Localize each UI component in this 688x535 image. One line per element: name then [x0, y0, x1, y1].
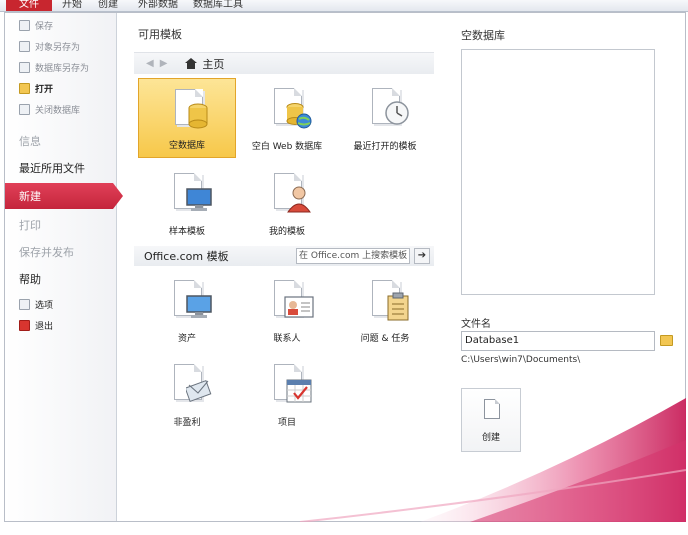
options-label: 选项	[35, 300, 54, 311]
monitor-icon	[186, 188, 212, 211]
template-label: 空白 Web 数据库	[251, 142, 323, 152]
template-navbar: ◀ ▶ 主页	[134, 52, 434, 74]
template-label: 最近打开的模板	[353, 142, 417, 152]
template-label: 非盈利	[173, 418, 201, 428]
back-arrow-icon[interactable]: ◀	[146, 58, 154, 69]
close-database-icon	[19, 103, 30, 115]
template-blank-database[interactable]: 空数据库	[138, 78, 236, 158]
template-recent[interactable]: 最近打开的模板	[336, 78, 434, 158]
create-label: 创建	[481, 433, 500, 443]
nav-recent[interactable]: 最近所用文件	[5, 155, 117, 181]
exit-command[interactable]: 退出	[5, 315, 117, 335]
save-path: C:\Users\win7\Documents\	[461, 355, 581, 365]
save-object-as-icon	[19, 40, 30, 52]
office-templates-title: Office.com 模板	[144, 250, 229, 263]
office-templates-bar: Office.com 模板 在 Office.com 上搜索模板 ➔	[134, 246, 434, 266]
template-blank-web-database[interactable]: 空白 Web 数据库	[238, 78, 336, 158]
template-label: 联系人	[273, 334, 301, 344]
create-button[interactable]: 创建	[461, 388, 521, 452]
template-sample[interactable]: 样本模板	[138, 163, 236, 243]
nav-save-publish[interactable]: 保存并发布	[5, 239, 117, 265]
nav-info[interactable]: 信息	[5, 128, 117, 154]
panel-title: 空数据库	[461, 29, 505, 42]
close-database-label: 关闭数据库	[35, 105, 81, 116]
filename-input[interactable]: Database1	[461, 331, 655, 351]
save-object-as-command[interactable]: 对象另存为	[5, 36, 117, 56]
calendar-check-icon	[286, 379, 312, 403]
templates-panel: 可用模板 ◀ ▶ 主页 空数据库 空白 Web 数据库 最近打开的模板 样本模板…	[132, 18, 438, 518]
filename-label: 文件名	[461, 319, 491, 330]
template-issues-tasks[interactable]: 问题 & 任务	[336, 270, 434, 350]
tab-create[interactable]: 创建	[98, 0, 118, 11]
template-label: 问题 & 任务	[360, 334, 410, 344]
tab-external-data[interactable]: 外部数据	[138, 0, 178, 11]
template-my[interactable]: 我的模板	[238, 163, 336, 243]
envelope-icon	[186, 380, 212, 402]
browse-folder-icon[interactable]	[660, 335, 673, 346]
nav-print[interactable]: 打印	[5, 212, 117, 238]
save-command[interactable]: 保存	[5, 15, 117, 35]
save-object-as-label: 对象另存为	[35, 42, 81, 53]
save-database-as-label: 数据库另存为	[35, 63, 90, 74]
template-label: 项目	[277, 418, 296, 428]
template-label: 样本模板	[168, 227, 205, 237]
new-database-panel: 空数据库 文件名 Database1 C:\Users\win7\Documen…	[446, 13, 686, 521]
breadcrumb-home[interactable]: 主页	[202, 56, 224, 72]
exit-icon	[19, 319, 30, 331]
exit-label: 退出	[35, 321, 54, 332]
template-label: 我的模板	[268, 227, 305, 237]
nav-new[interactable]: 新建	[5, 183, 123, 209]
template-nonprofit[interactable]: 非盈利	[138, 354, 236, 434]
template-contacts[interactable]: 联系人	[238, 270, 336, 350]
person-icon	[287, 186, 311, 213]
nav-help[interactable]: 帮助	[5, 266, 117, 292]
options-icon	[19, 298, 30, 310]
save-database-as-icon	[19, 61, 30, 73]
template-label: 资产	[177, 334, 196, 344]
close-database-command[interactable]: 关闭数据库	[5, 99, 117, 119]
open-folder-icon	[19, 82, 30, 94]
new-document-icon	[484, 399, 500, 419]
clock-icon	[385, 101, 409, 125]
ribbon-tab-strip: 文件 开始 创建 外部数据 数据库工具	[0, 0, 688, 12]
database-cylinder-icon	[188, 103, 208, 129]
globe-database-icon	[286, 103, 312, 129]
computer-monitor-icon	[186, 295, 212, 318]
available-templates-heading: 可用模板	[138, 28, 182, 41]
open-label: 打开	[35, 84, 54, 95]
options-command[interactable]: 选项	[5, 294, 117, 314]
home-icon[interactable]	[185, 58, 198, 69]
tab-home[interactable]: 开始	[62, 0, 82, 11]
tab-file[interactable]: 文件	[6, 0, 52, 11]
template-label: 空数据库	[168, 141, 205, 151]
save-database-as-command[interactable]: 数据库另存为	[5, 57, 117, 77]
open-command[interactable]: 打开	[5, 78, 117, 98]
search-arrow-button[interactable]: ➔	[414, 248, 430, 264]
template-assets[interactable]: 资产	[138, 270, 236, 350]
office-search-input[interactable]: 在 Office.com 上搜索模板	[296, 248, 410, 264]
save-label: 保存	[35, 21, 54, 32]
template-preview	[461, 49, 655, 295]
tab-database-tools[interactable]: 数据库工具	[193, 0, 243, 11]
forward-arrow-icon[interactable]: ▶	[160, 58, 168, 69]
backstage-nav: 保存 对象另存为 数据库另存为 打开 关闭数据库 信息 最近所用文件 新建 打印…	[5, 13, 123, 521]
template-projects[interactable]: 项目	[238, 354, 336, 434]
bottom-border	[0, 522, 688, 535]
contact-card-icon	[284, 296, 314, 318]
clipboard-icon	[387, 292, 409, 321]
save-icon	[19, 19, 30, 31]
